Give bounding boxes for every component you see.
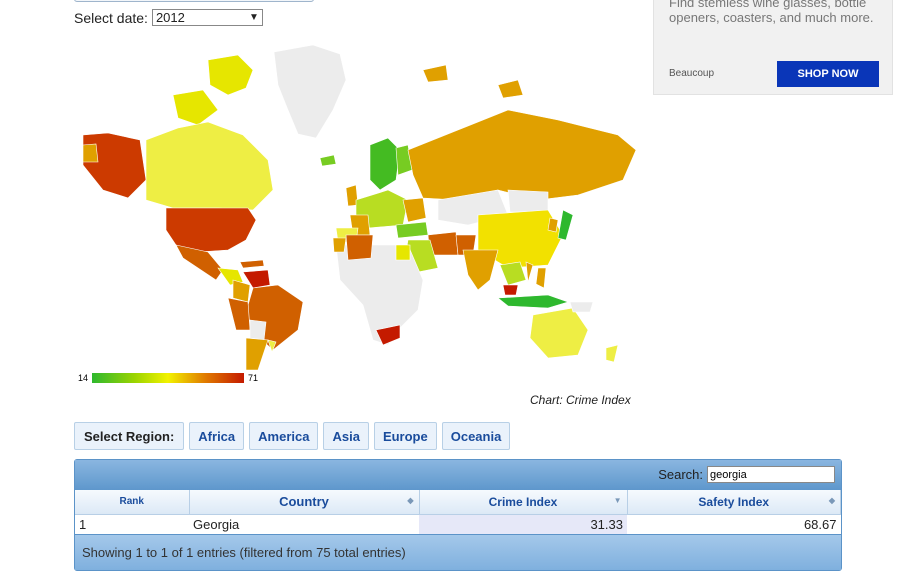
map-turkey[interactable] [395, 221, 429, 239]
ad-brand[interactable]: Beaucoup [669, 68, 714, 79]
map-malaysia[interactable] [502, 284, 519, 296]
column-header-country[interactable]: Country ◆ [189, 490, 420, 515]
advertisement: Find stemless wine glasses, bottle opene… [653, 0, 893, 95]
chart-caption: Chart: Crime Index [530, 393, 631, 407]
date-selector-row: Select date: 2012 ▼ [74, 9, 263, 26]
table-row: 1 Georgia 31.33 68.67 [75, 514, 841, 534]
map-philippines[interactable] [535, 267, 547, 289]
sort-icon: ◆ [828, 496, 835, 505]
cell-crime-index: 31.33 [419, 514, 627, 534]
search-box: Search: [658, 466, 835, 483]
region-button-america[interactable]: America [249, 422, 319, 450]
sort-icon: ◆ [407, 496, 414, 505]
map-iceland[interactable] [319, 154, 337, 167]
map-arctic-islands-2[interactable] [172, 89, 219, 126]
map-colombia[interactable] [232, 279, 251, 303]
map-russia-islands-2[interactable] [497, 79, 524, 99]
region-button-oceania[interactable]: Oceania [441, 422, 511, 450]
cell-rank: 1 [79, 516, 87, 532]
map-argentina[interactable] [245, 337, 269, 370]
map-new-zealand[interactable] [605, 344, 619, 363]
map-alaska[interactable] [82, 132, 147, 199]
map-canada[interactable] [145, 121, 274, 211]
region-button-africa[interactable]: Africa [189, 422, 245, 450]
map-papua[interactable] [569, 301, 594, 313]
map-australia[interactable] [529, 307, 589, 359]
map-russia-islands[interactable] [422, 64, 449, 83]
table-toolbar: Search: [75, 460, 841, 490]
column-header-safety-index[interactable]: Safety Index ◆ [627, 490, 841, 515]
map-japan[interactable] [557, 209, 574, 241]
legend-min: 14 [78, 373, 89, 383]
ad-text: Find stemless wine glasses, bottle opene… [669, 0, 874, 25]
legend-max: 71 [248, 373, 259, 383]
date-select-value: 2012 [155, 10, 185, 25]
map-cuba[interactable] [239, 259, 265, 269]
cell-country: Georgia [193, 516, 240, 532]
map-india[interactable] [462, 249, 499, 291]
map-algeria[interactable] [345, 234, 374, 261]
map-bolivia[interactable] [249, 319, 267, 341]
map-usa[interactable] [165, 207, 257, 253]
map-greenland[interactable] [273, 44, 347, 139]
date-select[interactable]: 2012 ▼ [151, 9, 263, 26]
legend-gradient [92, 373, 245, 383]
dropdown-arrow-icon: ▼ [249, 12, 259, 23]
map-korea[interactable] [547, 217, 559, 233]
top-box-partial [74, 0, 314, 2]
map-scandinavia[interactable] [369, 137, 401, 191]
world-crime-map[interactable] [78, 40, 640, 370]
cell-safety-index: 68.67 [803, 516, 837, 532]
map-egypt[interactable] [395, 244, 411, 261]
search-label: Search: [658, 467, 703, 482]
date-label: Select date: [74, 9, 148, 26]
map-morocco[interactable] [332, 237, 347, 253]
map-vietnam[interactable] [525, 261, 534, 283]
region-button-asia[interactable]: Asia [323, 422, 369, 450]
region-button-europe[interactable]: Europe [373, 422, 437, 450]
map-peru[interactable] [227, 297, 251, 331]
map-russia[interactable] [407, 109, 637, 201]
region-selector: Select Region: Africa America Asia Europ… [74, 422, 511, 450]
map-arctic-islands[interactable] [207, 54, 254, 96]
map-indonesia[interactable] [497, 294, 569, 309]
map-alaska-west[interactable] [82, 143, 99, 163]
table-info: Showing 1 to 1 of 1 entries (filtered fr… [75, 534, 841, 570]
column-header-crime-index[interactable]: Crime Index ▼ [419, 490, 628, 515]
map-mongolia[interactable] [507, 189, 549, 213]
map-legend: 14 71 [78, 370, 258, 386]
map-eastern-europe[interactable] [402, 197, 427, 223]
search-input[interactable] [707, 466, 835, 483]
column-header-rank[interactable]: Rank [75, 490, 190, 515]
crime-table: Search: Rank Country◆ Crime Index▼ Safet… [74, 459, 842, 571]
region-label: Select Region: [74, 422, 185, 450]
sort-desc-icon: ▼ [613, 496, 622, 505]
shop-now-button[interactable]: SHOP NOW [777, 61, 879, 87]
data-table: Rank Country ◆ Crime Index ▼ Safety Index ◆… [75, 490, 841, 534]
